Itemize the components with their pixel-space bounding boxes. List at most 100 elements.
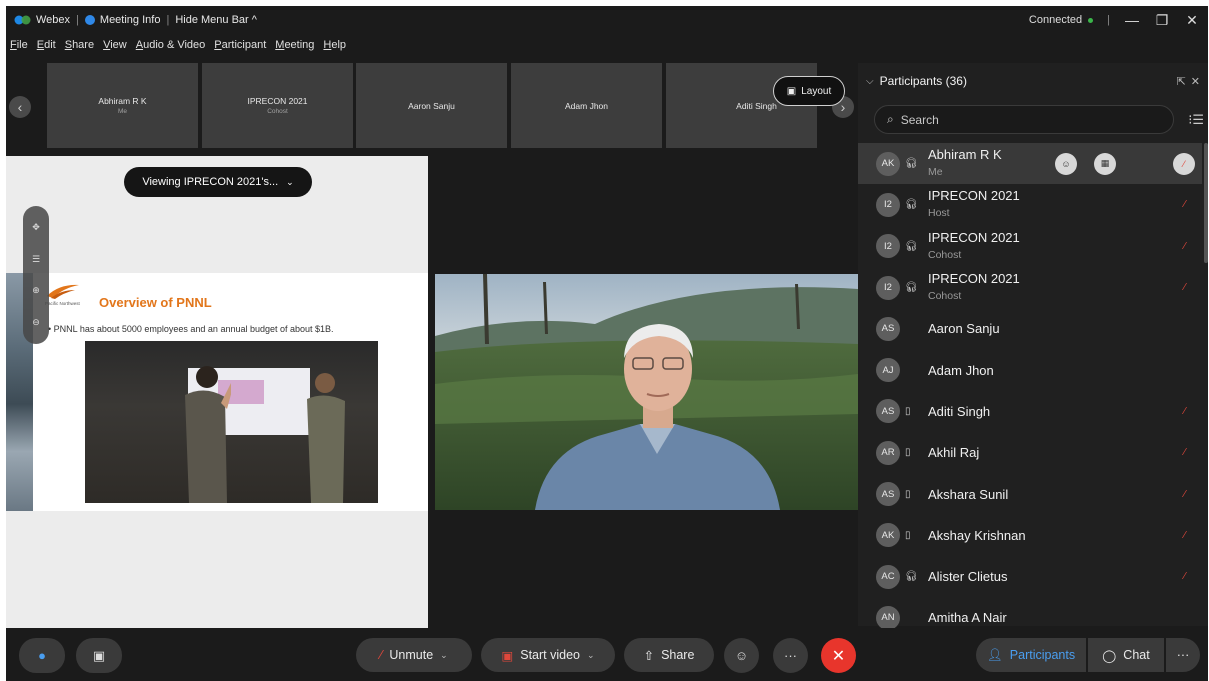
layout-button[interactable]: ▣ Layout (773, 76, 845, 106)
participant-name: Akshay Krishnan (928, 527, 1026, 543)
chat-button[interactable]: ◯ Chat (1088, 638, 1164, 672)
mic-muted-icon[interactable]: ⁄ (1173, 152, 1195, 175)
sort-list-icon[interactable]: ⁝☰ (1188, 112, 1204, 128)
mic-muted-icon: ⁄ (1184, 488, 1186, 500)
video-thumbnail[interactable]: Adam Jhon (511, 63, 662, 148)
participants-title: Participants (36) (879, 74, 967, 88)
participant-role: Cohost (928, 289, 962, 302)
participant-scrollbar[interactable] (1204, 143, 1208, 623)
chevron-down-icon: ⌄ (286, 176, 294, 187)
reaction-icon[interactable]: ☺ (1055, 152, 1077, 175)
reactions-button[interactable]: ☺ (724, 638, 759, 673)
chevron-down-icon[interactable]: ⌄ (587, 650, 595, 661)
headset-icon: 🎧︎ (905, 199, 918, 211)
participant-row[interactable]: AK ▯ Akshay Krishnan ⁄ (858, 515, 1202, 556)
hand-tool-icon[interactable]: ✥ (32, 222, 40, 233)
hide-menu-bar-button[interactable]: Hide Menu Bar ^ (175, 14, 257, 26)
menu-edit[interactable]: Edit (37, 39, 56, 57)
participant-row[interactable]: AJ Adam Jhon (858, 349, 1202, 390)
more-options-button[interactable]: ··· (773, 638, 808, 673)
video-thumbnail[interactable]: IPRECON 2021 Cohost (202, 63, 353, 148)
zoom-out-icon[interactable]: ⊖ (32, 317, 40, 328)
strip-prev-icon[interactable]: ‹ (9, 96, 31, 118)
participant-row[interactable]: AS ▯ Akshara Sunil ⁄ (858, 473, 1202, 514)
participant-name: Alister Clietus (928, 569, 1008, 585)
slide-photo (85, 341, 378, 503)
participant-row[interactable]: I2 🎧︎ IPRECON 2021 Host ⁄ (858, 184, 1202, 225)
avatar: AJ (876, 358, 900, 383)
connection-status: Connected (1029, 14, 1094, 26)
webex-assistant-button[interactable]: ● (19, 638, 65, 673)
participant-row[interactable]: AK 🎧︎ Abhiram R K Me ☺ ▦ ⁄ (858, 143, 1202, 185)
menu-share[interactable]: Share (65, 39, 94, 57)
unmute-button[interactable]: ⁄ Unmute ⌄ (356, 638, 472, 672)
phone-icon: ▯ (905, 488, 911, 500)
photo-person (185, 366, 231, 503)
mic-muted-icon: ⁄ (1184, 240, 1186, 252)
share-button[interactable]: ⇧ Share (624, 638, 714, 672)
page-icon[interactable]: ☰ (32, 254, 40, 265)
more-panels-button[interactable]: ··· (1166, 638, 1200, 672)
avatar: I2 (876, 275, 900, 300)
menu-participant[interactable]: Participant (214, 39, 266, 57)
participant-search-input[interactable]: ⌕ Search (874, 105, 1174, 134)
participant-row[interactable]: AR ▯ Akhil Raj ⁄ (858, 432, 1202, 473)
layout-label: Layout (801, 85, 832, 97)
minimize-icon[interactable]: — (1124, 12, 1140, 28)
participant-row[interactable]: I2 🎧︎ IPRECON 2021 Cohost ⁄ (858, 267, 1202, 308)
menu-file[interactable]: File (10, 39, 28, 57)
menu-meeting[interactable]: Meeting (275, 39, 314, 57)
pnnl-logo: Pacific Northwest (45, 282, 83, 314)
close-panel-icon[interactable]: ✕ (1191, 75, 1200, 88)
layout-icon: ▣ (786, 85, 797, 97)
title-separator: | (76, 14, 79, 26)
slide-title: Overview of PNNL (99, 295, 212, 310)
participant-name: Abhiram R K (928, 147, 1002, 162)
headset-icon: 🎧︎ (905, 158, 918, 170)
restore-icon[interactable]: ❐ (1154, 12, 1170, 29)
thumbnail-name: Adam Jhon (565, 100, 608, 111)
participant-role: Cohost (928, 248, 962, 261)
popout-icon[interactable]: ⇱ (1177, 75, 1186, 88)
participant-row[interactable]: AS Aaron Sanju (858, 308, 1202, 349)
slide-bullet: • PNNL has about 5000 employees and an a… (48, 324, 334, 334)
mic-muted-icon: ⁄ (1184, 571, 1186, 583)
more-icon: ··· (1176, 648, 1190, 662)
video-thumbnail[interactable]: Abhiram R K Me (47, 63, 198, 148)
close-icon: ✕ (831, 647, 846, 665)
closed-captions-button[interactable]: ▣ (76, 638, 122, 673)
menu-view[interactable]: View (103, 39, 127, 57)
menu-help[interactable]: Help (323, 39, 346, 57)
participants-header[interactable]: ⌵ Participants (36) (866, 74, 967, 88)
headset-icon: 🎧︎ (905, 282, 918, 294)
collapse-chevron-icon[interactable]: ⌵ (866, 76, 874, 87)
start-video-button[interactable]: ▣ Start video ⌄ (481, 638, 615, 672)
viewing-share-dropdown[interactable]: Viewing IPRECON 2021's... ⌄ (124, 167, 312, 197)
participant-name: Aaron Sanju (928, 321, 1000, 337)
scroll-thumb[interactable] (1204, 143, 1208, 263)
meeting-info-link[interactable]: Meeting Info (100, 14, 161, 26)
mic-muted-icon: ⁄ (380, 648, 383, 662)
thumbnail-name: Aditi Singh (736, 100, 777, 111)
participant-row[interactable]: I2 🎧︎ IPRECON 2021 Cohost ⁄ (858, 226, 1202, 267)
participants-toggle-button[interactable]: 👤︎ Participants (976, 638, 1086, 672)
window-controls: Connected | — ❐ ✕ (1029, 6, 1200, 34)
pnnl-logo-icon (47, 284, 79, 299)
menu-audio-video[interactable]: Audio & Video (136, 39, 206, 57)
thumbnail-name: IPRECON 2021 (247, 96, 308, 106)
zoom-in-icon[interactable]: ⊕ (32, 285, 40, 296)
participant-row[interactable]: AS ▯ Aditi Singh ⁄ (858, 391, 1202, 432)
avatar: AK (876, 523, 900, 548)
video-off-icon: ▣ (501, 648, 514, 663)
caption-icon[interactable]: ▦ (1094, 152, 1116, 175)
mic-muted-icon: ⁄ (1184, 282, 1186, 294)
leave-meeting-button[interactable]: ✕ (821, 638, 856, 673)
participant-role: Me (928, 166, 943, 178)
shared-content-panel: Viewing IPRECON 2021's... ⌄ Pacific Nort… (6, 156, 428, 628)
participant-row[interactable]: AC 🎧︎ Alister Clietus ⁄ (858, 556, 1202, 597)
thumbnail-name: Aaron Sanju (408, 100, 455, 111)
chevron-down-icon[interactable]: ⌄ (440, 650, 448, 661)
video-thumbnail[interactable]: Aaron Sanju (356, 63, 507, 148)
participant-name: Akhil Raj (928, 445, 980, 461)
close-icon[interactable]: ✕ (1184, 12, 1200, 29)
